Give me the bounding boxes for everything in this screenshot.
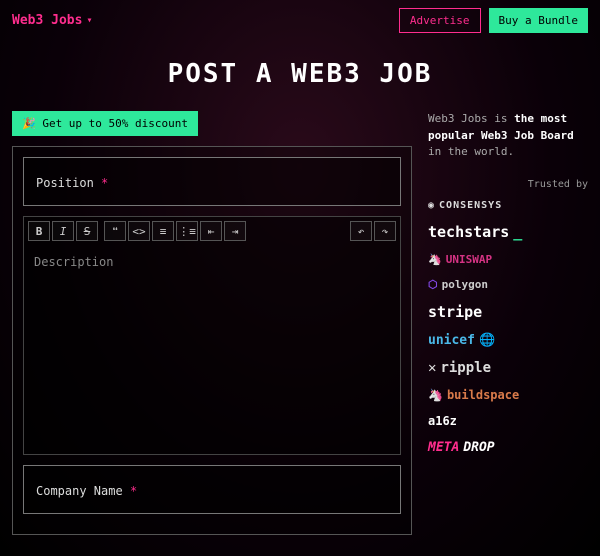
uniswap-logo: 🦄 UNISWAP <box>428 253 588 266</box>
brand-label: Web3 Jobs <box>12 13 82 28</box>
redo-button[interactable]: ↷ <box>374 221 396 241</box>
discount-banner[interactable]: 🎉 Get up to 50% discount <box>12 111 198 136</box>
strikethrough-button[interactable]: S <box>76 221 98 241</box>
italic-button[interactable]: I <box>52 221 74 241</box>
techstars-logo: techstars_ <box>428 223 588 241</box>
indent-button[interactable]: ⇥ <box>224 221 246 241</box>
a16z-logo: a16z <box>428 414 588 428</box>
metadrop-logo: METADROP <box>428 440 588 455</box>
header-actions: Advertise Buy a Bundle <box>399 8 588 33</box>
page-title: POST A WEB3 JOB <box>0 59 600 89</box>
buildspace-logo: 🦄 buildspace <box>428 388 588 402</box>
ripple-logo: ✕ ripple <box>428 360 588 376</box>
company-name-field[interactable]: Company Name * <box>23 465 401 514</box>
position-label: Position * <box>36 176 108 190</box>
ordered-list-button[interactable]: ⋮≡ <box>176 221 198 241</box>
main-content: 🎉 Get up to 50% discount Position * B I … <box>0 111 600 535</box>
quote-button[interactable]: ❝ <box>104 221 126 241</box>
brand-dropdown[interactable]: Web3 Jobs ▾ <box>12 13 92 28</box>
bullet-list-button[interactable]: ≡ <box>152 221 174 241</box>
description-editor[interactable]: Description <box>23 245 401 455</box>
sidebar: Web3 Jobs is the most popular Web3 Job B… <box>428 111 588 535</box>
stripe-logo: stripe <box>428 303 588 321</box>
chevron-down-icon: ▾ <box>86 15 92 26</box>
code-button[interactable]: <> <box>128 221 150 241</box>
polygon-logo: ⬡ polygon <box>428 278 588 291</box>
job-form: Position * B I S ❝ <> ≡ ⋮≡ ⇤ ⇥ <box>12 146 412 535</box>
tagline: Web3 Jobs is the most popular Web3 Job B… <box>428 111 588 161</box>
unicef-logo: unicef 🌐 <box>428 333 588 348</box>
trusted-by-label: Trusted by <box>428 179 588 190</box>
required-asterisk: * <box>101 176 108 190</box>
advertise-button[interactable]: Advertise <box>399 8 481 33</box>
company-name-label: Company Name * <box>36 484 137 498</box>
logo-list: ◉ CONSENSYS techstars_ 🦄 UNISWAP ⬡ polyg… <box>428 200 588 455</box>
editor-toolbar: B I S ❝ <> ≡ ⋮≡ ⇤ ⇥ ↶ ↷ <box>23 216 401 245</box>
form-column: 🎉 Get up to 50% discount Position * B I … <box>12 111 412 535</box>
undo-button[interactable]: ↶ <box>350 221 372 241</box>
position-field[interactable]: Position * <box>23 157 401 206</box>
outdent-button[interactable]: ⇤ <box>200 221 222 241</box>
required-asterisk: * <box>130 484 137 498</box>
consensys-logo: ◉ CONSENSYS <box>428 200 588 211</box>
top-header: Web3 Jobs ▾ Advertise Buy a Bundle <box>0 0 600 41</box>
bold-button[interactable]: B <box>28 221 50 241</box>
buy-bundle-button[interactable]: Buy a Bundle <box>489 8 588 33</box>
